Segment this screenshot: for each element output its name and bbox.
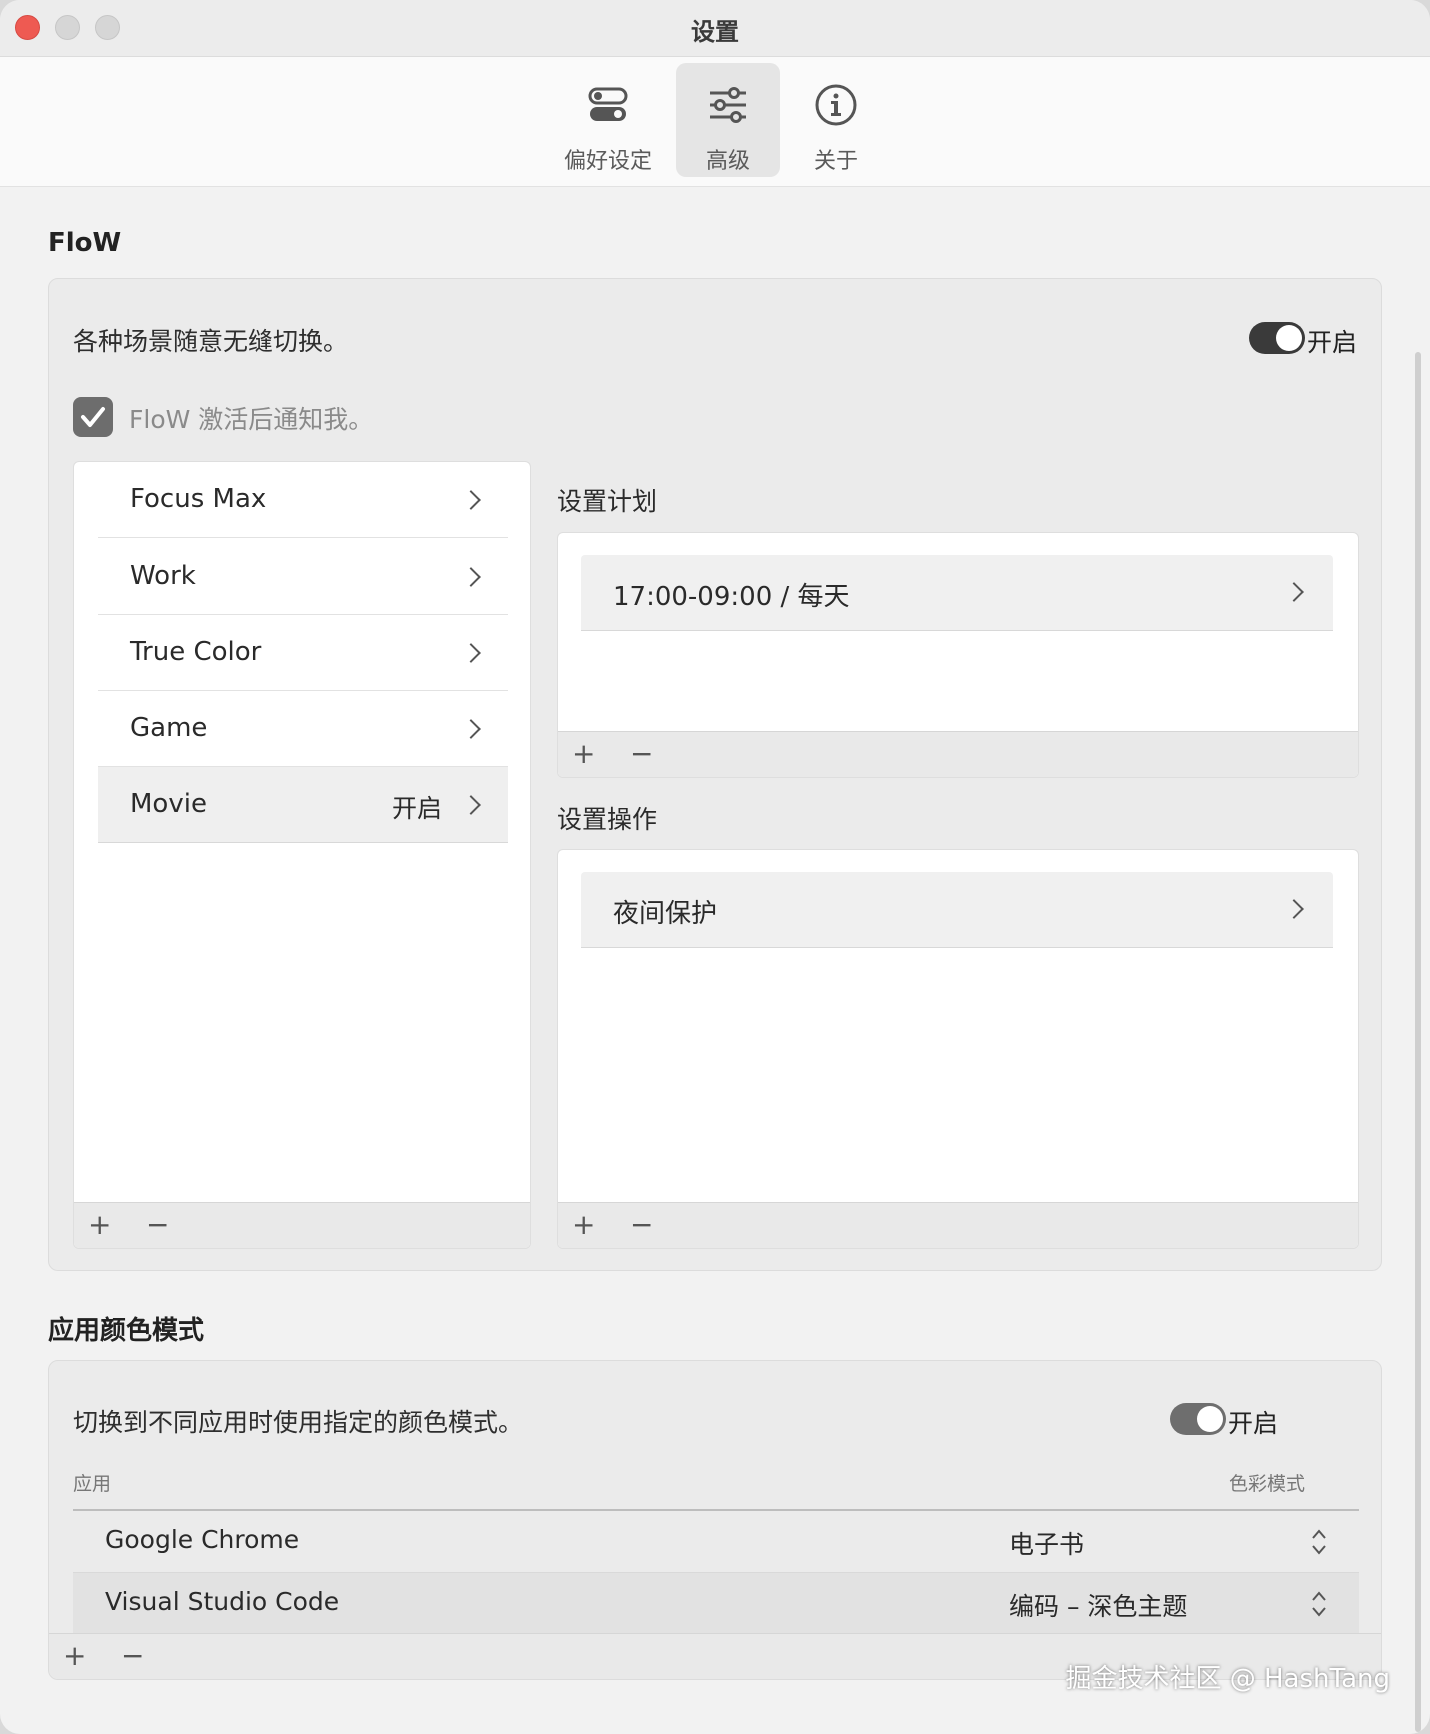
tab-preferences[interactable]: 偏好设定 xyxy=(556,63,660,177)
notify-checkbox[interactable] xyxy=(73,397,113,437)
color-mode-toggle[interactable] xyxy=(1170,1403,1226,1435)
list-item[interactable]: Focus Max xyxy=(98,462,508,538)
mode-list-footer: + − xyxy=(74,1202,530,1248)
add-action-button[interactable]: + xyxy=(572,1211,595,1239)
chevron-right-icon xyxy=(1284,582,1304,602)
tab-label: 偏好设定 xyxy=(563,149,652,174)
checkmark-icon xyxy=(81,407,105,427)
color-mode-section-title: 应用颜色模式 xyxy=(48,1316,205,1346)
scrollbar[interactable] xyxy=(1415,352,1421,1732)
list-item[interactable]: Work xyxy=(98,539,508,615)
tab-advanced[interactable]: 高级 xyxy=(676,63,780,177)
chevron-right-icon xyxy=(461,719,481,739)
remove-app-button[interactable]: − xyxy=(121,1642,144,1670)
action-text: 夜间保护 xyxy=(613,899,718,929)
actions-title: 设置操作 xyxy=(557,805,658,834)
flow-toggle-label: 开启 xyxy=(1307,328,1358,357)
remove-action-button[interactable]: − xyxy=(630,1211,653,1239)
mode-name: Movie xyxy=(130,789,207,819)
info-icon xyxy=(815,84,857,126)
up-down-chevron-icon[interactable] xyxy=(1311,1589,1327,1619)
schedule-list: 17:00-09:00 / 每天 + − xyxy=(557,532,1359,778)
flow-section-title: FloW xyxy=(48,228,122,258)
app-name: Visual Studio Code xyxy=(105,1587,340,1616)
actions-list-footer: + − xyxy=(558,1202,1358,1248)
chevron-right-icon xyxy=(461,567,481,587)
color-mode-toggle-label: 开启 xyxy=(1228,1409,1279,1438)
toggle-knob xyxy=(1276,325,1302,351)
chevron-right-icon xyxy=(461,643,481,663)
tab-label: 关于 xyxy=(813,149,858,174)
action-item[interactable]: 夜间保护 xyxy=(581,872,1333,948)
sliders-icon xyxy=(710,87,746,123)
flow-description: 各种场景随意无缝切换。 xyxy=(73,327,349,356)
app-name: Google Chrome xyxy=(105,1525,300,1554)
column-header-app: 应用 xyxy=(73,1473,112,1495)
toggle-knob xyxy=(1197,1406,1223,1432)
flow-toggle[interactable] xyxy=(1249,322,1305,354)
chevron-right-icon xyxy=(1284,899,1304,919)
actions-list: 夜间保护 + − xyxy=(557,849,1359,1249)
mode-status: 开启 xyxy=(391,794,442,823)
color-mode-select[interactable]: 编码 – 深色主题 xyxy=(1009,1587,1187,1623)
chevron-right-icon xyxy=(461,490,481,510)
mode-name: Work xyxy=(130,561,196,591)
table-row[interactable]: Visual Studio Code 编码 – 深色主题 xyxy=(73,1573,1359,1635)
mode-list: Focus Max Work True Color Game Movie 开启 xyxy=(73,461,531,1249)
mode-name: Game xyxy=(130,713,208,743)
watermark: 掘金技术社区 @ HashTang xyxy=(1065,1664,1390,1694)
remove-mode-button[interactable]: − xyxy=(146,1211,169,1239)
color-mode-panel: 切换到不同应用时使用指定的颜色模式。 开启 应用 色彩模式 Google Chr… xyxy=(48,1360,1382,1680)
toggles-icon xyxy=(588,87,628,121)
column-header-mode: 色彩模式 xyxy=(1229,1473,1306,1495)
schedule-list-footer: + − xyxy=(558,731,1358,777)
list-item[interactable]: Game xyxy=(98,691,508,767)
schedule-item[interactable]: 17:00-09:00 / 每天 xyxy=(581,555,1333,631)
mode-name: True Color xyxy=(130,637,262,667)
schedule-text: 17:00-09:00 / 每天 xyxy=(613,582,850,612)
color-mode-select[interactable]: 电子书 xyxy=(1009,1525,1084,1561)
flow-panel: 各种场景随意无缝切换。 开启 FloW 激活后通知我。 Focus Max Wo… xyxy=(48,278,1382,1271)
schedule-title: 设置计划 xyxy=(557,487,658,516)
list-item-selected[interactable]: Movie 开启 xyxy=(98,767,508,843)
chevron-right-icon xyxy=(461,795,481,815)
tab-label: 高级 xyxy=(705,149,750,174)
notify-checkbox-label: FloW 激活后通知我。 xyxy=(129,405,374,434)
list-item[interactable]: True Color xyxy=(98,615,508,691)
add-mode-button[interactable]: + xyxy=(88,1211,111,1239)
remove-schedule-button[interactable]: − xyxy=(630,740,653,768)
color-mode-description: 切换到不同应用时使用指定的颜色模式。 xyxy=(73,1408,524,1437)
title-bar: 设置 xyxy=(0,0,1430,57)
tab-about[interactable]: 关于 xyxy=(784,63,888,177)
table-row[interactable]: Google Chrome 电子书 xyxy=(73,1511,1359,1573)
mode-name: Focus Max xyxy=(130,484,267,514)
window-title: 设置 xyxy=(691,18,739,46)
add-schedule-button[interactable]: + xyxy=(572,740,595,768)
toolbar: 偏好设定 高级 关于 xyxy=(0,57,1430,187)
up-down-chevron-icon[interactable] xyxy=(1311,1527,1327,1557)
settings-window: 设置 偏好设定 高级 关于 FloW 各种场景随意无缝切换。 开启 FloW 激… xyxy=(0,0,1430,1734)
add-app-button[interactable]: + xyxy=(63,1642,86,1670)
